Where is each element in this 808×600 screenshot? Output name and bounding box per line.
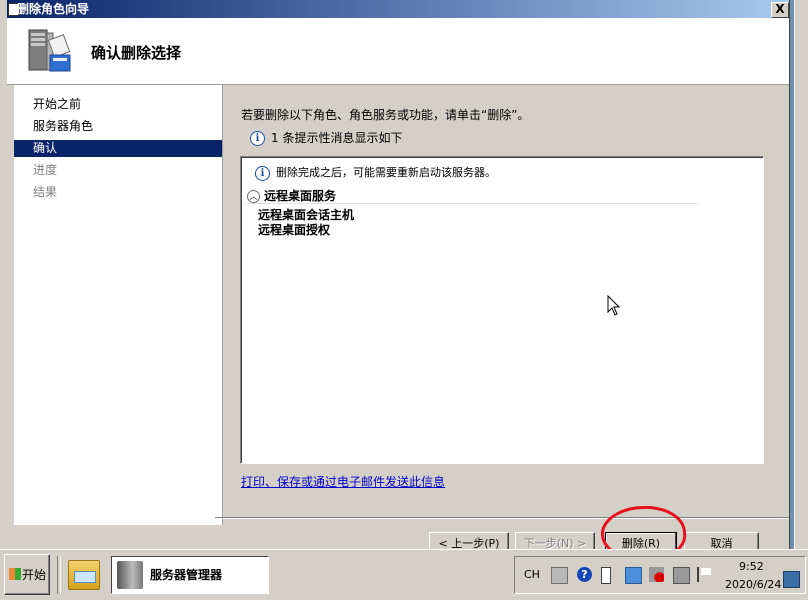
title-bar[interactable]: 删除角色向导 X [7,0,789,18]
taskbar-item-server-manager[interactable]: 服务器管理器 [111,556,269,594]
taskbar: 开始 服务器管理器 CH ? 9:52 2020/6/24 [0,549,808,600]
start-button[interactable]: 开始 [4,554,50,595]
mouse-cursor-icon [607,295,621,316]
task-label: 服务器管理器 [150,568,223,582]
volume-muted-icon[interactable] [649,567,664,582]
keyboard-icon[interactable] [551,567,568,584]
help-icon[interactable]: ? [577,567,592,582]
action-center-flag-icon[interactable] [697,567,714,582]
wizard-steps-sidebar: 开始之前 服务器角色 确认 进度 结果 [14,85,223,525]
network-icon[interactable] [625,567,642,584]
sidebar-item-server-roles[interactable]: 服务器角色 [14,118,222,135]
wizard-header: 确认删除选择 [7,18,789,85]
close-button[interactable]: X [771,2,789,18]
windows-flag-icon [9,568,21,580]
section-title: 远程桌面服务 [264,189,337,203]
server-manager-icon [117,561,143,589]
window-title: 删除角色向导 [17,2,90,16]
quick-launch-separator [57,556,61,594]
info-summary: i 1 条提示性消息显示如下 [250,130,402,146]
section-header-rds[interactable]: ︿ 远程桌面服务 [247,187,697,204]
print-save-email-link[interactable]: 打印、保存或通过电子邮件发送此信息 [241,473,445,490]
background-window-edge-right [794,0,808,549]
device-icon[interactable] [673,567,690,584]
restart-note: i 删除完成之后，可能需要重新启动该服务器。 [255,164,496,181]
tray-restore-icon[interactable] [601,567,611,584]
sidebar-item-results: 结果 [33,185,58,199]
language-indicator[interactable]: CH [524,568,540,581]
info-icon: i [250,131,265,146]
chevron-up-icon[interactable]: ︿ [247,190,260,203]
info-summary-text: 1 条提示性消息显示如下 [271,131,403,145]
clock-time[interactable]: 9:52 [739,560,764,573]
list-item: 远程桌面授权 [258,223,331,237]
explorer-quick-launch-icon[interactable] [68,560,100,590]
info-icon: i [255,165,270,181]
page-heading: 确认删除选择 [91,44,182,62]
restart-note-text: 删除完成之后，可能需要重新启动该服务器。 [276,166,496,179]
server-remove-icon [28,29,71,72]
clock-date[interactable]: 2020/6/24 [725,578,781,591]
confirmation-list[interactable]: i 删除完成之后，可能需要重新启动该服务器。 ︿ 远程桌面服务 远程桌面会话主机 远… [240,156,764,464]
start-label: 开始 [21,568,46,582]
sidebar-item-before-you-begin[interactable]: 开始之前 [14,96,222,113]
sidebar-item-progress: 进度 [33,163,58,177]
show-desktop-icon[interactable] [783,571,800,588]
button-divider [215,517,789,519]
sidebar-item-confirmation[interactable]: 确认 [14,140,222,157]
system-tray: CH ? 9:52 2020/6/24 [514,556,806,594]
instruction-text: 若要删除以下角色、角色服务或功能，请单击“删除”。 [241,108,530,122]
